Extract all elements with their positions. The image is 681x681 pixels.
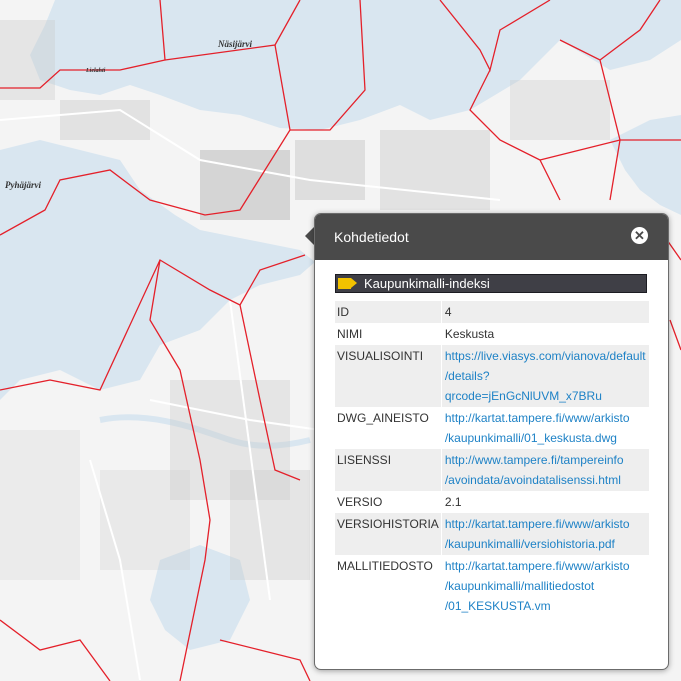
- feature-info-popup: Kohdetiedot ✕ Kaupunkimalli-indeksi ID 4…: [314, 213, 669, 670]
- attribute-key: MALLITIEDOSTO: [337, 559, 433, 573]
- map-label-pyhajarvi: Pyhäjärvi: [5, 180, 41, 190]
- attribute-key: LISENSSI: [337, 453, 392, 467]
- layer-swatch-tip: [351, 278, 357, 288]
- attribute-value: http://kartat.tampere.fi/www/arkisto/kau…: [440, 407, 649, 449]
- attribute-row-visualisointi: VISUALISOINTI https://live.viasys.com/vi…: [335, 345, 649, 407]
- attribute-row-id: ID 4: [335, 301, 649, 323]
- popup-title: Kohdetiedot: [334, 229, 409, 245]
- versiohistoria-link[interactable]: http://kartat.tampere.fi/www/arkisto/kau…: [445, 517, 630, 551]
- attribute-value: http://kartat.tampere.fi/www/arkisto/kau…: [440, 513, 649, 555]
- attribute-value: 2.1: [440, 491, 649, 513]
- attribute-table: ID 4 NIMI Keskusta VISUALISOINTI https:/…: [335, 301, 649, 617]
- attribute-key: NIMI: [337, 327, 363, 341]
- layer-title-bar: Kaupunkimalli-indeksi: [335, 274, 647, 293]
- attribute-row-dwg-aineisto: DWG_AINEISTO http://kartat.tampere.fi/ww…: [335, 407, 649, 449]
- attribute-key: DWG_AINEISTO: [337, 411, 429, 425]
- close-icon[interactable]: ✕: [631, 227, 648, 244]
- mallitiedosto-link[interactable]: http://kartat.tampere.fi/www/arkisto/kau…: [445, 559, 630, 613]
- attribute-key: VERSIO: [337, 495, 383, 509]
- attribute-row-versiohistoria: VERSIOHISTORIA http://kartat.tampere.fi/…: [335, 513, 649, 555]
- attribute-row-mallitiedosto: MALLITIEDOSTO http://kartat.tampere.fi/w…: [335, 555, 649, 617]
- attribute-row-versio: VERSIO 2.1: [335, 491, 649, 513]
- layer-swatch-icon: [338, 278, 351, 289]
- visualisointi-link[interactable]: https://live.viasys.com/vianova/default /…: [445, 349, 646, 403]
- attribute-key: ID: [337, 305, 349, 319]
- attribute-value: 4: [440, 301, 649, 323]
- lisenssi-link[interactable]: http://www.tampere.fi/tampereinfo/avoind…: [445, 453, 624, 487]
- map-label-lielahti: Lielahti: [85, 68, 106, 74]
- attribute-value: http://kartat.tampere.fi/www/arkisto/kau…: [440, 555, 649, 617]
- layer-name: Kaupunkimalli-indeksi: [364, 276, 490, 291]
- popup-header: Kohdetiedot ✕: [315, 214, 668, 260]
- attribute-row-lisenssi: LISENSSI http://www.tampere.fi/tamperein…: [335, 449, 649, 491]
- attribute-value: https://live.viasys.com/vianova/default /…: [440, 345, 649, 407]
- dwg-aineisto-link[interactable]: http://kartat.tampere.fi/www/arkisto/kau…: [445, 411, 630, 445]
- attribute-key: VERSIOHISTORIA: [337, 517, 439, 531]
- attribute-value: http://www.tampere.fi/tampereinfo/avoind…: [440, 449, 649, 491]
- attribute-key: VISUALISOINTI: [337, 349, 424, 363]
- attribute-row-nimi: NIMI Keskusta: [335, 323, 649, 345]
- map-label-nasijarvi: Näsijärvi: [217, 39, 253, 49]
- attribute-value: Keskusta: [440, 323, 649, 345]
